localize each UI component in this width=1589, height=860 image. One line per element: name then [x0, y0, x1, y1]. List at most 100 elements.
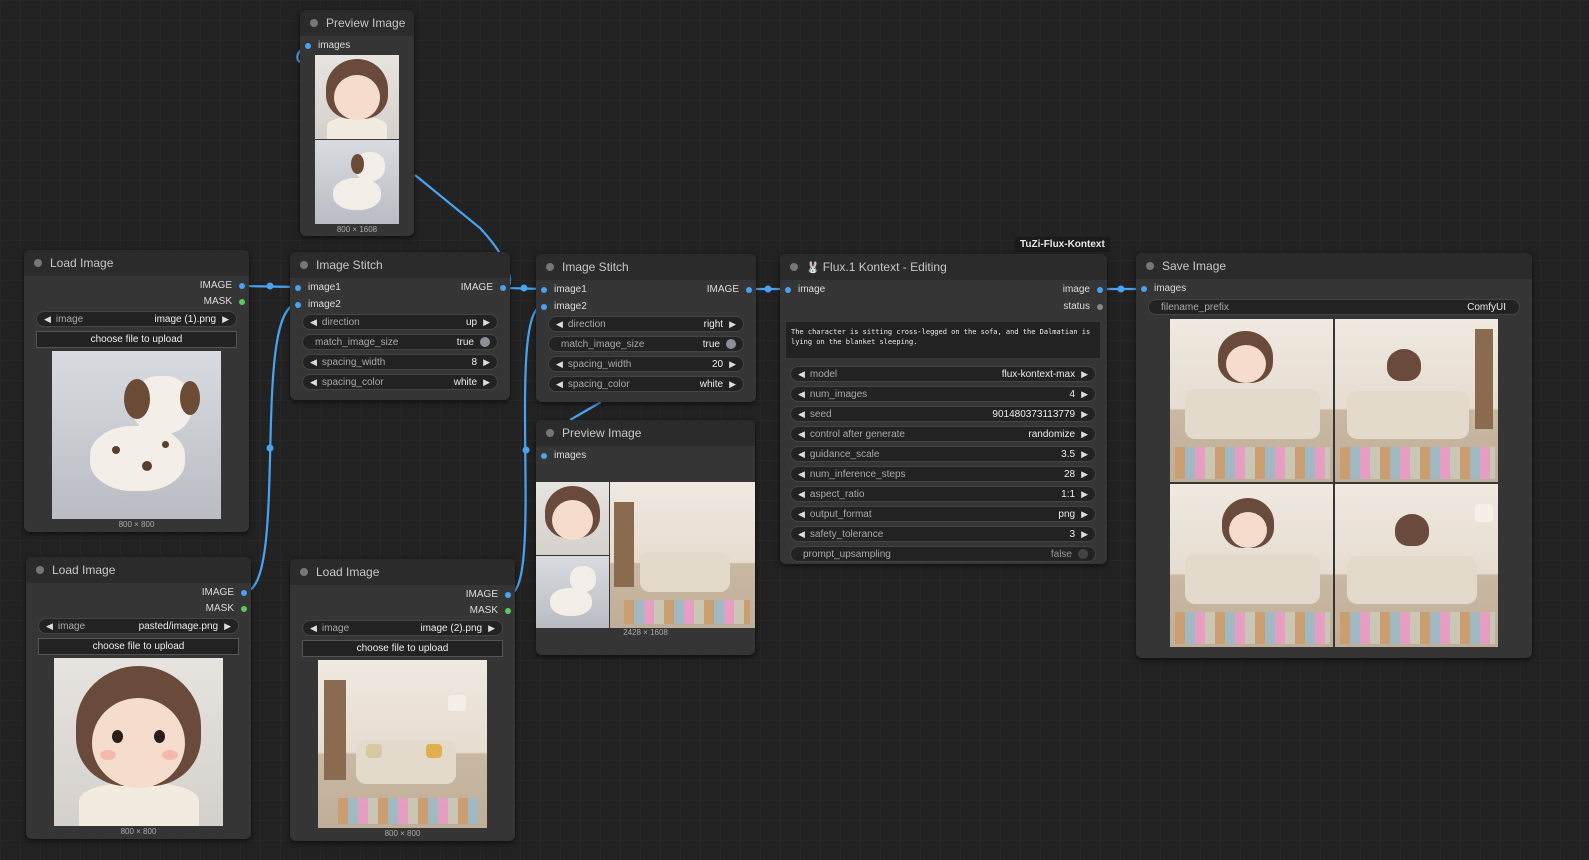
output-format-widget[interactable]: ◀ output_format png ▶ [790, 506, 1096, 522]
upload-button[interactable]: choose file to upload [36, 331, 237, 348]
output-status-slot[interactable]: status [1063, 300, 1103, 314]
node-title-bar[interactable]: Preview Image [300, 10, 414, 36]
seed-widget[interactable]: ◀ seed 901480373113779 ▶ [790, 406, 1096, 422]
output-mask-slot[interactable]: MASK [204, 295, 245, 309]
collapse-dot-icon[interactable] [34, 259, 42, 267]
direction-widget[interactable]: ◀ direction right ▶ [548, 316, 744, 332]
arrow-right-icon[interactable]: ▶ [222, 314, 229, 325]
input-image2-slot[interactable]: image2 [541, 300, 587, 314]
preview-image-node-2[interactable]: Preview Image images 2428 × 1608 [536, 420, 755, 655]
slot-dot-icon[interactable] [241, 590, 247, 596]
slot-dot-icon[interactable] [746, 287, 752, 293]
input-images-slot[interactable]: images [305, 39, 350, 53]
collapse-dot-icon[interactable] [1146, 262, 1154, 270]
node-title-bar[interactable]: Save Image [1136, 253, 1532, 279]
arrow-left-icon[interactable]: ◀ [798, 369, 805, 380]
slot-dot-icon[interactable] [239, 299, 245, 305]
input-image-slot[interactable]: image [785, 283, 825, 297]
input-image2-slot[interactable]: image2 [295, 298, 341, 312]
collapse-dot-icon[interactable] [300, 261, 308, 269]
node-title-bar[interactable]: Load Image [24, 250, 249, 276]
arrow-right-icon[interactable]: ▶ [483, 317, 490, 328]
output-mask-slot[interactable]: MASK [470, 604, 511, 618]
arrow-left-icon[interactable]: ◀ [798, 449, 805, 460]
collapse-dot-icon[interactable] [36, 566, 44, 574]
node-title-bar[interactable]: Load Image [26, 557, 251, 583]
collapse-dot-icon[interactable] [310, 19, 318, 27]
slot-dot-icon[interactable] [239, 283, 245, 289]
arrow-left-icon[interactable]: ◀ [798, 409, 805, 420]
arrow-right-icon[interactable]: ▶ [488, 623, 495, 634]
arrow-left-icon[interactable]: ◀ [310, 357, 317, 368]
slot-dot-icon[interactable] [541, 453, 547, 459]
slot-dot-icon[interactable] [1141, 286, 1147, 292]
output-image-slot[interactable]: IMAGE [707, 283, 752, 297]
arrow-right-icon[interactable]: ▶ [729, 319, 736, 330]
node-title-bar[interactable]: Load Image [290, 559, 515, 585]
slot-dot-icon[interactable] [505, 608, 511, 614]
arrow-right-icon[interactable]: ▶ [483, 357, 490, 368]
spacing-color-widget[interactable]: ◀ spacing_color white ▶ [302, 374, 498, 390]
spacing-width-widget[interactable]: ◀ spacing_width 20 ▶ [548, 356, 744, 372]
arrow-right-icon[interactable]: ▶ [1081, 509, 1088, 520]
upload-button[interactable]: choose file to upload [38, 638, 239, 655]
arrow-right-icon[interactable]: ▶ [224, 621, 231, 632]
match-image-size-toggle[interactable]: match_image_size true [548, 336, 744, 352]
arrow-left-icon[interactable]: ◀ [310, 317, 317, 328]
node-title-bar[interactable]: Image Stitch [536, 254, 756, 280]
output-mask-slot[interactable]: MASK [206, 602, 247, 616]
output-image-slot[interactable]: IMAGE [200, 279, 245, 293]
arrow-right-icon[interactable]: ▶ [729, 359, 736, 370]
image-stitch-node-2[interactable]: Image Stitch image1 image2 IMAGE ◀ direct… [536, 254, 756, 402]
toggle-knob-icon[interactable] [480, 337, 490, 347]
node-title-bar[interactable]: 🐰 Flux.1 Kontext - Editing [780, 254, 1107, 280]
output-image-slot[interactable]: IMAGE [202, 586, 247, 600]
image-combo-widget[interactable]: ◀ image image (1).png ▶ [36, 311, 237, 327]
arrow-right-icon[interactable]: ▶ [1081, 489, 1088, 500]
arrow-left-icon[interactable]: ◀ [44, 314, 51, 325]
arrow-left-icon[interactable]: ◀ [46, 621, 53, 632]
arrow-left-icon[interactable]: ◀ [798, 509, 805, 520]
arrow-right-icon[interactable]: ▶ [1081, 429, 1088, 440]
output-image-slot[interactable]: IMAGE [461, 281, 506, 295]
collapse-dot-icon[interactable] [546, 429, 554, 437]
load-image-node-2[interactable]: Load Image IMAGE MASK ◀ image pasted/image… [26, 557, 251, 839]
slot-dot-icon[interactable] [500, 285, 506, 291]
arrow-left-icon[interactable]: ◀ [556, 379, 563, 390]
slot-dot-icon[interactable] [1097, 304, 1103, 310]
preview-image-node-1[interactable]: Preview Image images 800 × 1608 [300, 10, 414, 236]
input-image1-slot[interactable]: image1 [295, 281, 341, 295]
arrow-left-icon[interactable]: ◀ [310, 623, 317, 634]
spacing-width-widget[interactable]: ◀ spacing_width 8 ▶ [302, 354, 498, 370]
slot-dot-icon[interactable] [305, 43, 311, 49]
node-title-bar[interactable]: Image Stitch [290, 252, 510, 278]
input-images-slot[interactable]: images [541, 449, 586, 463]
arrow-left-icon[interactable]: ◀ [556, 319, 563, 330]
image-combo-widget[interactable]: ◀ image image (2).png ▶ [302, 620, 503, 636]
arrow-right-icon[interactable]: ▶ [1081, 389, 1088, 400]
arrow-left-icon[interactable]: ◀ [798, 389, 805, 400]
slot-dot-icon[interactable] [541, 287, 547, 293]
arrow-right-icon[interactable]: ▶ [729, 379, 736, 390]
node-title-bar[interactable]: Preview Image [536, 420, 755, 446]
arrow-left-icon[interactable]: ◀ [798, 429, 805, 440]
spacing-color-widget[interactable]: ◀ spacing_color white ▶ [548, 376, 744, 392]
upload-button[interactable]: choose file to upload [302, 640, 503, 657]
guidance-scale-widget[interactable]: ◀ guidance_scale 3.5 ▶ [790, 446, 1096, 462]
arrow-right-icon[interactable]: ▶ [483, 377, 490, 388]
slot-dot-icon[interactable] [541, 304, 547, 310]
input-image1-slot[interactable]: image1 [541, 283, 587, 297]
load-image-node-3[interactable]: Load Image IMAGE MASK ◀ image image (2).pn… [290, 559, 515, 841]
arrow-right-icon[interactable]: ▶ [1081, 469, 1088, 480]
model-widget[interactable]: ◀ model flux-kontext-max ▶ [790, 366, 1096, 382]
arrow-left-icon[interactable]: ◀ [798, 489, 805, 500]
slot-dot-icon[interactable] [1097, 287, 1103, 293]
prompt-upsampling-toggle[interactable]: prompt_upsampling false [790, 546, 1096, 562]
match-image-size-toggle[interactable]: match_image_size true [302, 334, 498, 350]
arrow-right-icon[interactable]: ▶ [1081, 369, 1088, 380]
output-image-slot[interactable]: IMAGE [466, 588, 511, 602]
collapse-dot-icon[interactable] [300, 568, 308, 576]
control-after-generate-widget[interactable]: ◀ control after generate randomize ▶ [790, 426, 1096, 442]
arrow-left-icon[interactable]: ◀ [556, 359, 563, 370]
aspect-ratio-widget[interactable]: ◀ aspect_ratio 1:1 ▶ [790, 486, 1096, 502]
